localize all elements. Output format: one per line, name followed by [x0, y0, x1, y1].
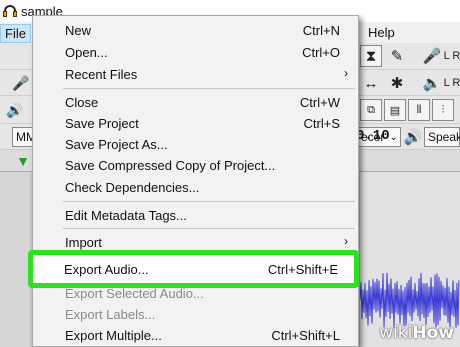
menu-item-label: Check Dependencies... — [65, 180, 200, 195]
audio-host-dropdown[interactable]: MM — [12, 127, 36, 147]
menu-help[interactable]: Help — [364, 24, 399, 41]
menu-item-save-project-as[interactable]: Save Project As... — [33, 133, 358, 155]
menu-item-label: Open... — [65, 45, 108, 60]
menu-item-shortcut: Ctrl+W — [299, 95, 340, 110]
volume-icon[interactable]: 🔊 — [4, 99, 26, 121]
menu-item-label: Import — [65, 235, 102, 250]
playback-device-dropdown[interactable]: Speak — [424, 127, 460, 147]
pencil-tool-icon[interactable]: ✎ — [386, 45, 408, 67]
playback-device-value: Speak — [428, 130, 460, 144]
record-meter-mic-icon[interactable]: 🎤 — [421, 45, 443, 67]
menu-item-label: Export Selected Audio... — [65, 286, 204, 301]
menu-item-recent-files[interactable]: Recent Files › — [33, 63, 358, 85]
menu-item-label: Save Compressed Copy of Project... — [65, 158, 276, 173]
track-control-panel[interactable] — [0, 172, 30, 347]
menu-item-shortcut: Ctrl+Shift+E — [267, 262, 338, 277]
menu-item-label: Recent Files — [65, 67, 138, 82]
play-marker-icon[interactable]: ▼ — [12, 150, 34, 172]
timeline-readout: 0.10 — [356, 128, 390, 144]
menu-item-edit-metadata[interactable]: Edit Metadata Tags... — [33, 204, 358, 226]
menu-item-label: Edit Metadata Tags... — [65, 208, 187, 223]
silence-icon[interactable]: ⫶ — [432, 99, 454, 121]
menu-item-label: Export Multiple... — [65, 328, 162, 343]
menu-item-save-project[interactable]: Save Project Ctrl+S — [33, 112, 358, 134]
menu-item-save-compressed-copy[interactable]: Save Compressed Copy of Project... — [33, 154, 358, 176]
record-meter-lr-icon: L R — [443, 50, 460, 62]
menu-item-label: Save Project — [65, 116, 139, 131]
menu-item-close[interactable]: Close Ctrl+W — [33, 91, 358, 113]
menu-item-label: Export Audio... — [64, 262, 149, 277]
microphone-icon[interactable]: 🎤 — [10, 72, 32, 94]
speaker-icon: 🔊 — [403, 129, 423, 146]
chevron-down-icon: ⌄ — [389, 131, 398, 143]
menu-file[interactable]: File — [0, 24, 31, 43]
menu-item-label: Export Labels... — [65, 307, 156, 322]
menu-item-export-multiple[interactable]: Export Multiple... Ctrl+Shift+L — [33, 324, 358, 346]
watermark-suffix: How — [412, 323, 454, 343]
chevron-right-icon: › — [344, 234, 348, 248]
menu-separator — [63, 228, 355, 229]
menu-item-shortcut: Ctrl+O — [302, 45, 340, 60]
menu-item-shortcut: Ctrl+N — [302, 23, 340, 38]
menu-item-label: Close — [65, 95, 99, 110]
file-menu: New Ctrl+N Open... Ctrl+O Recent Files ›… — [32, 15, 359, 347]
watermark: wikiHow — [379, 323, 454, 343]
zoom-tool-icon[interactable]: ⧗ — [360, 45, 382, 67]
playback-meter-lr-icon: L R — [443, 77, 460, 89]
headphones-icon — [3, 4, 17, 18]
export-audio-highlight: Export Audio... Ctrl+Shift+E — [28, 250, 359, 288]
menu-item-label: New — [65, 23, 92, 38]
menu-item-open[interactable]: Open... Ctrl+O — [33, 41, 358, 63]
menu-separator — [63, 88, 355, 89]
menu-item-export-audio[interactable]: Export Audio... Ctrl+Shift+E — [33, 258, 354, 280]
menu-item-shortcut: Ctrl+Shift+L — [271, 328, 340, 343]
timeshift-tool-icon[interactable]: ↔ — [360, 72, 382, 94]
menu-separator — [63, 201, 355, 202]
chevron-right-icon: › — [344, 66, 348, 80]
copy-icon[interactable]: ⧉ — [360, 99, 382, 121]
multi-tool-icon[interactable]: ✱ — [386, 72, 408, 94]
trim-icon[interactable]: ⫴ — [408, 99, 430, 121]
watermark-prefix: wiki — [379, 323, 413, 343]
menu-item-export-labels[interactable]: Export Labels... — [33, 303, 358, 325]
menu-item-shortcut: Ctrl+S — [303, 116, 340, 131]
menu-item-label: Save Project As... — [65, 137, 168, 152]
playback-speaker-icon[interactable]: 🔈 — [421, 72, 443, 94]
waveform[interactable] — [360, 270, 460, 330]
paste-icon[interactable]: ▤ — [384, 99, 406, 121]
menu-item-check-dependencies[interactable]: Check Dependencies... — [33, 176, 358, 198]
menu-item-new[interactable]: New Ctrl+N — [33, 19, 358, 41]
